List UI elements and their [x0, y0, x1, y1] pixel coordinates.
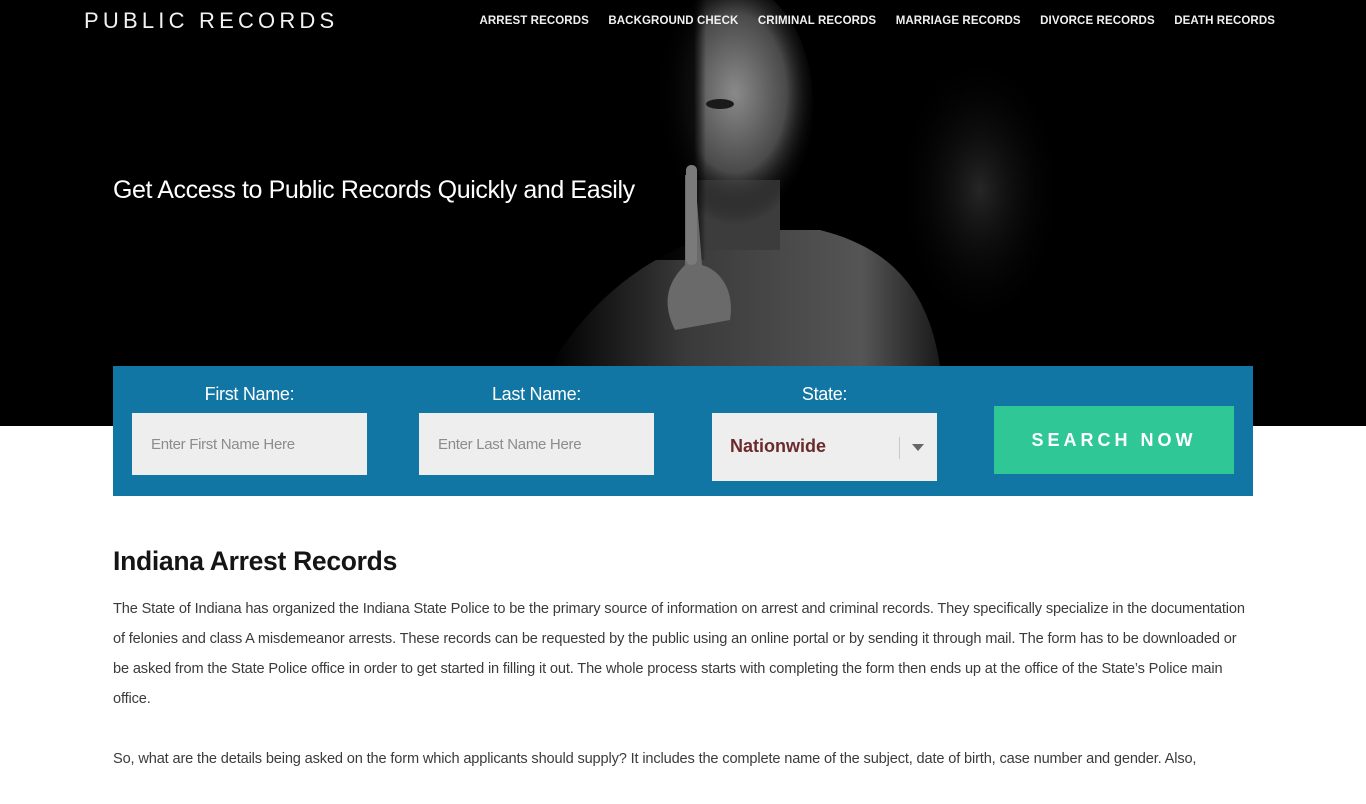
first-name-label: First Name: [204, 384, 295, 404]
nav-death-records[interactable]: DEATH RECORDS [1174, 15, 1275, 27]
article-content: Indiana Arrest Records The State of Indi… [113, 546, 1253, 804]
state-select[interactable]: Nationwide [712, 413, 937, 481]
main-nav: ARREST RECORDS BACKGROUND CHECK CRIMINAL… [460, 15, 1275, 27]
state-label: State: [801, 384, 848, 404]
site-logo[interactable]: PUBLIC RECORDS [84, 8, 338, 34]
last-name-input[interactable] [419, 413, 654, 475]
nav-marriage-records[interactable]: MARRIAGE RECORDS [896, 15, 1021, 27]
nav-criminal-records[interactable]: CRIMINAL RECORDS [758, 15, 876, 27]
hero-title: Get Access to Public Records Quickly and… [113, 176, 635, 204]
first-name-input[interactable] [132, 413, 367, 475]
select-divider [899, 437, 900, 459]
article-paragraph: So, what are the details being asked on … [113, 751, 1197, 767]
last-name-label: Last Name: [491, 384, 582, 404]
search-form: First Name: Last Name: State: Nationwide… [113, 366, 1253, 496]
hero-section [0, 0, 1366, 426]
nav-arrest-records[interactable]: ARREST RECORDS [479, 15, 588, 27]
chevron-down-icon[interactable] [912, 444, 924, 451]
state-selected-value: Nationwide [730, 436, 827, 456]
nav-background-check[interactable]: BACKGROUND CHECK [608, 15, 738, 27]
nav-divorce-records[interactable]: DIVORCE RECORDS [1040, 15, 1155, 27]
search-now-button[interactable]: SEARCH NOW [994, 406, 1234, 474]
site-header: PUBLIC RECORDS ARREST RECORDS BACKGROUND… [0, 0, 1366, 44]
article-heading: Indiana Arrest Records [113, 546, 398, 576]
article-paragraph: The State of Indiana has organized the I… [113, 601, 1245, 707]
